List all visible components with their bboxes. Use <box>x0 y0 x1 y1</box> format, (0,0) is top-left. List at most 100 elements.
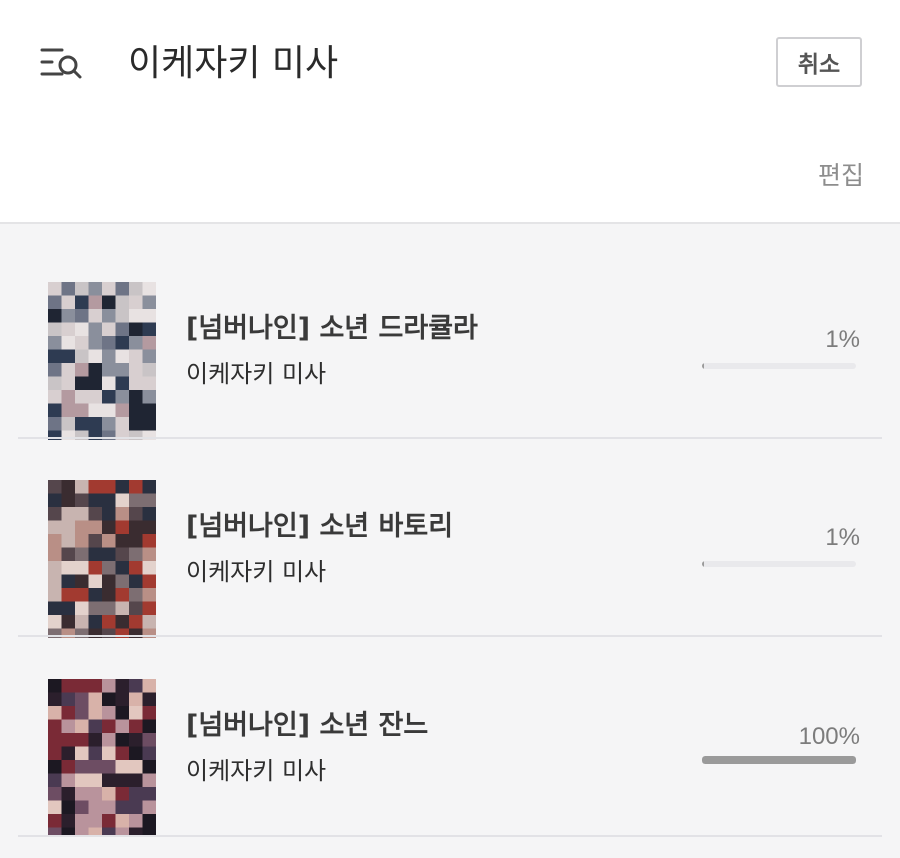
cover-pixel <box>129 534 143 548</box>
cover-pixel <box>115 692 130 707</box>
cover-pixel <box>88 336 103 350</box>
cover-pixel <box>75 282 89 296</box>
cover-pixel <box>102 574 116 589</box>
book-item[interactable]: [넘버나인] 소년 바토리 이케자키 미사 1% <box>0 422 900 638</box>
cover-pixel <box>102 800 116 815</box>
cover-pixel <box>115 507 130 521</box>
cover-pixel <box>102 601 116 616</box>
book-author: 이케자키 미사 <box>186 757 327 785</box>
cancel-button[interactable]: 취소 <box>776 37 862 87</box>
menu-search-icon[interactable] <box>40 44 88 84</box>
cover-pixel <box>88 733 103 747</box>
progress-fill <box>702 363 704 369</box>
cover-pixel <box>48 390 62 404</box>
cover-pixel <box>75 520 89 535</box>
cover-pixel <box>48 520 62 535</box>
cover-pixel <box>48 349 62 364</box>
book-title: [넘버나인] 소년 드라큘라 <box>186 313 478 344</box>
cover-pixel <box>142 760 156 774</box>
cover-pixel <box>75 349 89 364</box>
progress-bar <box>702 561 856 567</box>
cover-pixel <box>88 760 103 774</box>
cover-pixel <box>115 480 130 494</box>
cover-pixel <box>142 561 156 575</box>
cover-pixel <box>142 601 156 616</box>
cover-pixel <box>75 800 89 815</box>
cover-pixel <box>61 601 76 616</box>
cover-pixel <box>102 746 116 761</box>
cover-pixel <box>88 547 103 562</box>
cover-pixel <box>88 390 103 404</box>
cover-pixel <box>102 309 116 323</box>
cover-pixel <box>142 520 156 535</box>
progress-bar <box>702 363 856 369</box>
cover-pixel <box>142 322 156 337</box>
progress-fill <box>702 756 856 764</box>
cover-pixel <box>88 601 103 616</box>
cover-pixel <box>102 520 116 535</box>
cover-pixel <box>48 376 62 391</box>
cover-pixel <box>48 561 62 575</box>
cover-pixel <box>142 588 156 602</box>
cover-pixel <box>115 561 130 575</box>
cover-pixel <box>88 588 103 602</box>
cover-pixel <box>48 493 62 508</box>
cover-pixel <box>88 746 103 761</box>
cover-pixel <box>129 403 143 418</box>
cover-pixel <box>142 814 156 828</box>
book-cover-image <box>48 480 156 638</box>
cover-pixel <box>75 390 89 404</box>
cover-pixel <box>102 493 116 508</box>
cover-pixel <box>61 493 76 508</box>
cover-pixel <box>115 309 130 323</box>
cover-pixel <box>48 363 62 377</box>
cover-pixel <box>129 520 143 535</box>
cover-pixel <box>61 692 76 707</box>
cover-pixel <box>129 349 143 364</box>
cover-pixel <box>75 773 89 788</box>
cover-pixel <box>102 733 116 747</box>
book-cover <box>48 480 156 638</box>
cover-pixel <box>75 309 89 323</box>
cover-pixel <box>115 814 130 828</box>
cover-pixel <box>61 534 76 548</box>
cover-pixel <box>142 507 156 521</box>
cover-pixel <box>115 574 130 589</box>
cover-pixel <box>102 561 116 575</box>
cover-pixel <box>142 282 156 296</box>
book-item[interactable]: [넘버나인] 소년 잔느 이케자키 미사 100% <box>0 621 900 837</box>
cover-pixel <box>142 336 156 350</box>
cover-pixel <box>115 520 130 535</box>
cover-pixel <box>142 309 156 323</box>
search-query[interactable]: 이케자키 미사 <box>128 40 338 88</box>
cover-pixel <box>129 588 143 602</box>
cover-pixel <box>48 733 62 747</box>
cover-pixel <box>115 336 130 350</box>
cover-pixel <box>115 363 130 377</box>
cover-pixel <box>61 574 76 589</box>
book-item[interactable]: [넘버나인] 소년 드라큘라 이케자키 미사 1% <box>0 224 900 440</box>
cover-pixel <box>75 507 89 521</box>
edit-button[interactable]: 편집 <box>818 156 864 192</box>
cover-pixel <box>129 800 143 815</box>
cover-pixel <box>115 376 130 391</box>
cover-pixel <box>142 719 156 734</box>
cover-pixel <box>129 309 143 323</box>
cover-pixel <box>48 601 62 616</box>
cover-pixel <box>142 574 156 589</box>
cover-pixel <box>88 574 103 589</box>
cover-pixel <box>88 349 103 364</box>
cover-pixel <box>129 390 143 404</box>
cover-pixel <box>48 547 62 562</box>
cover-pixel <box>48 679 62 693</box>
cover-pixel <box>48 403 62 418</box>
cover-pixel <box>61 588 76 602</box>
cover-pixel <box>129 282 143 296</box>
cover-pixel <box>75 363 89 377</box>
cover-pixel <box>48 534 62 548</box>
cover-pixel <box>115 403 130 418</box>
cover-pixel <box>75 295 89 310</box>
cover-pixel <box>102 480 116 494</box>
cover-pixel <box>61 507 76 521</box>
cover-pixel <box>102 403 116 418</box>
